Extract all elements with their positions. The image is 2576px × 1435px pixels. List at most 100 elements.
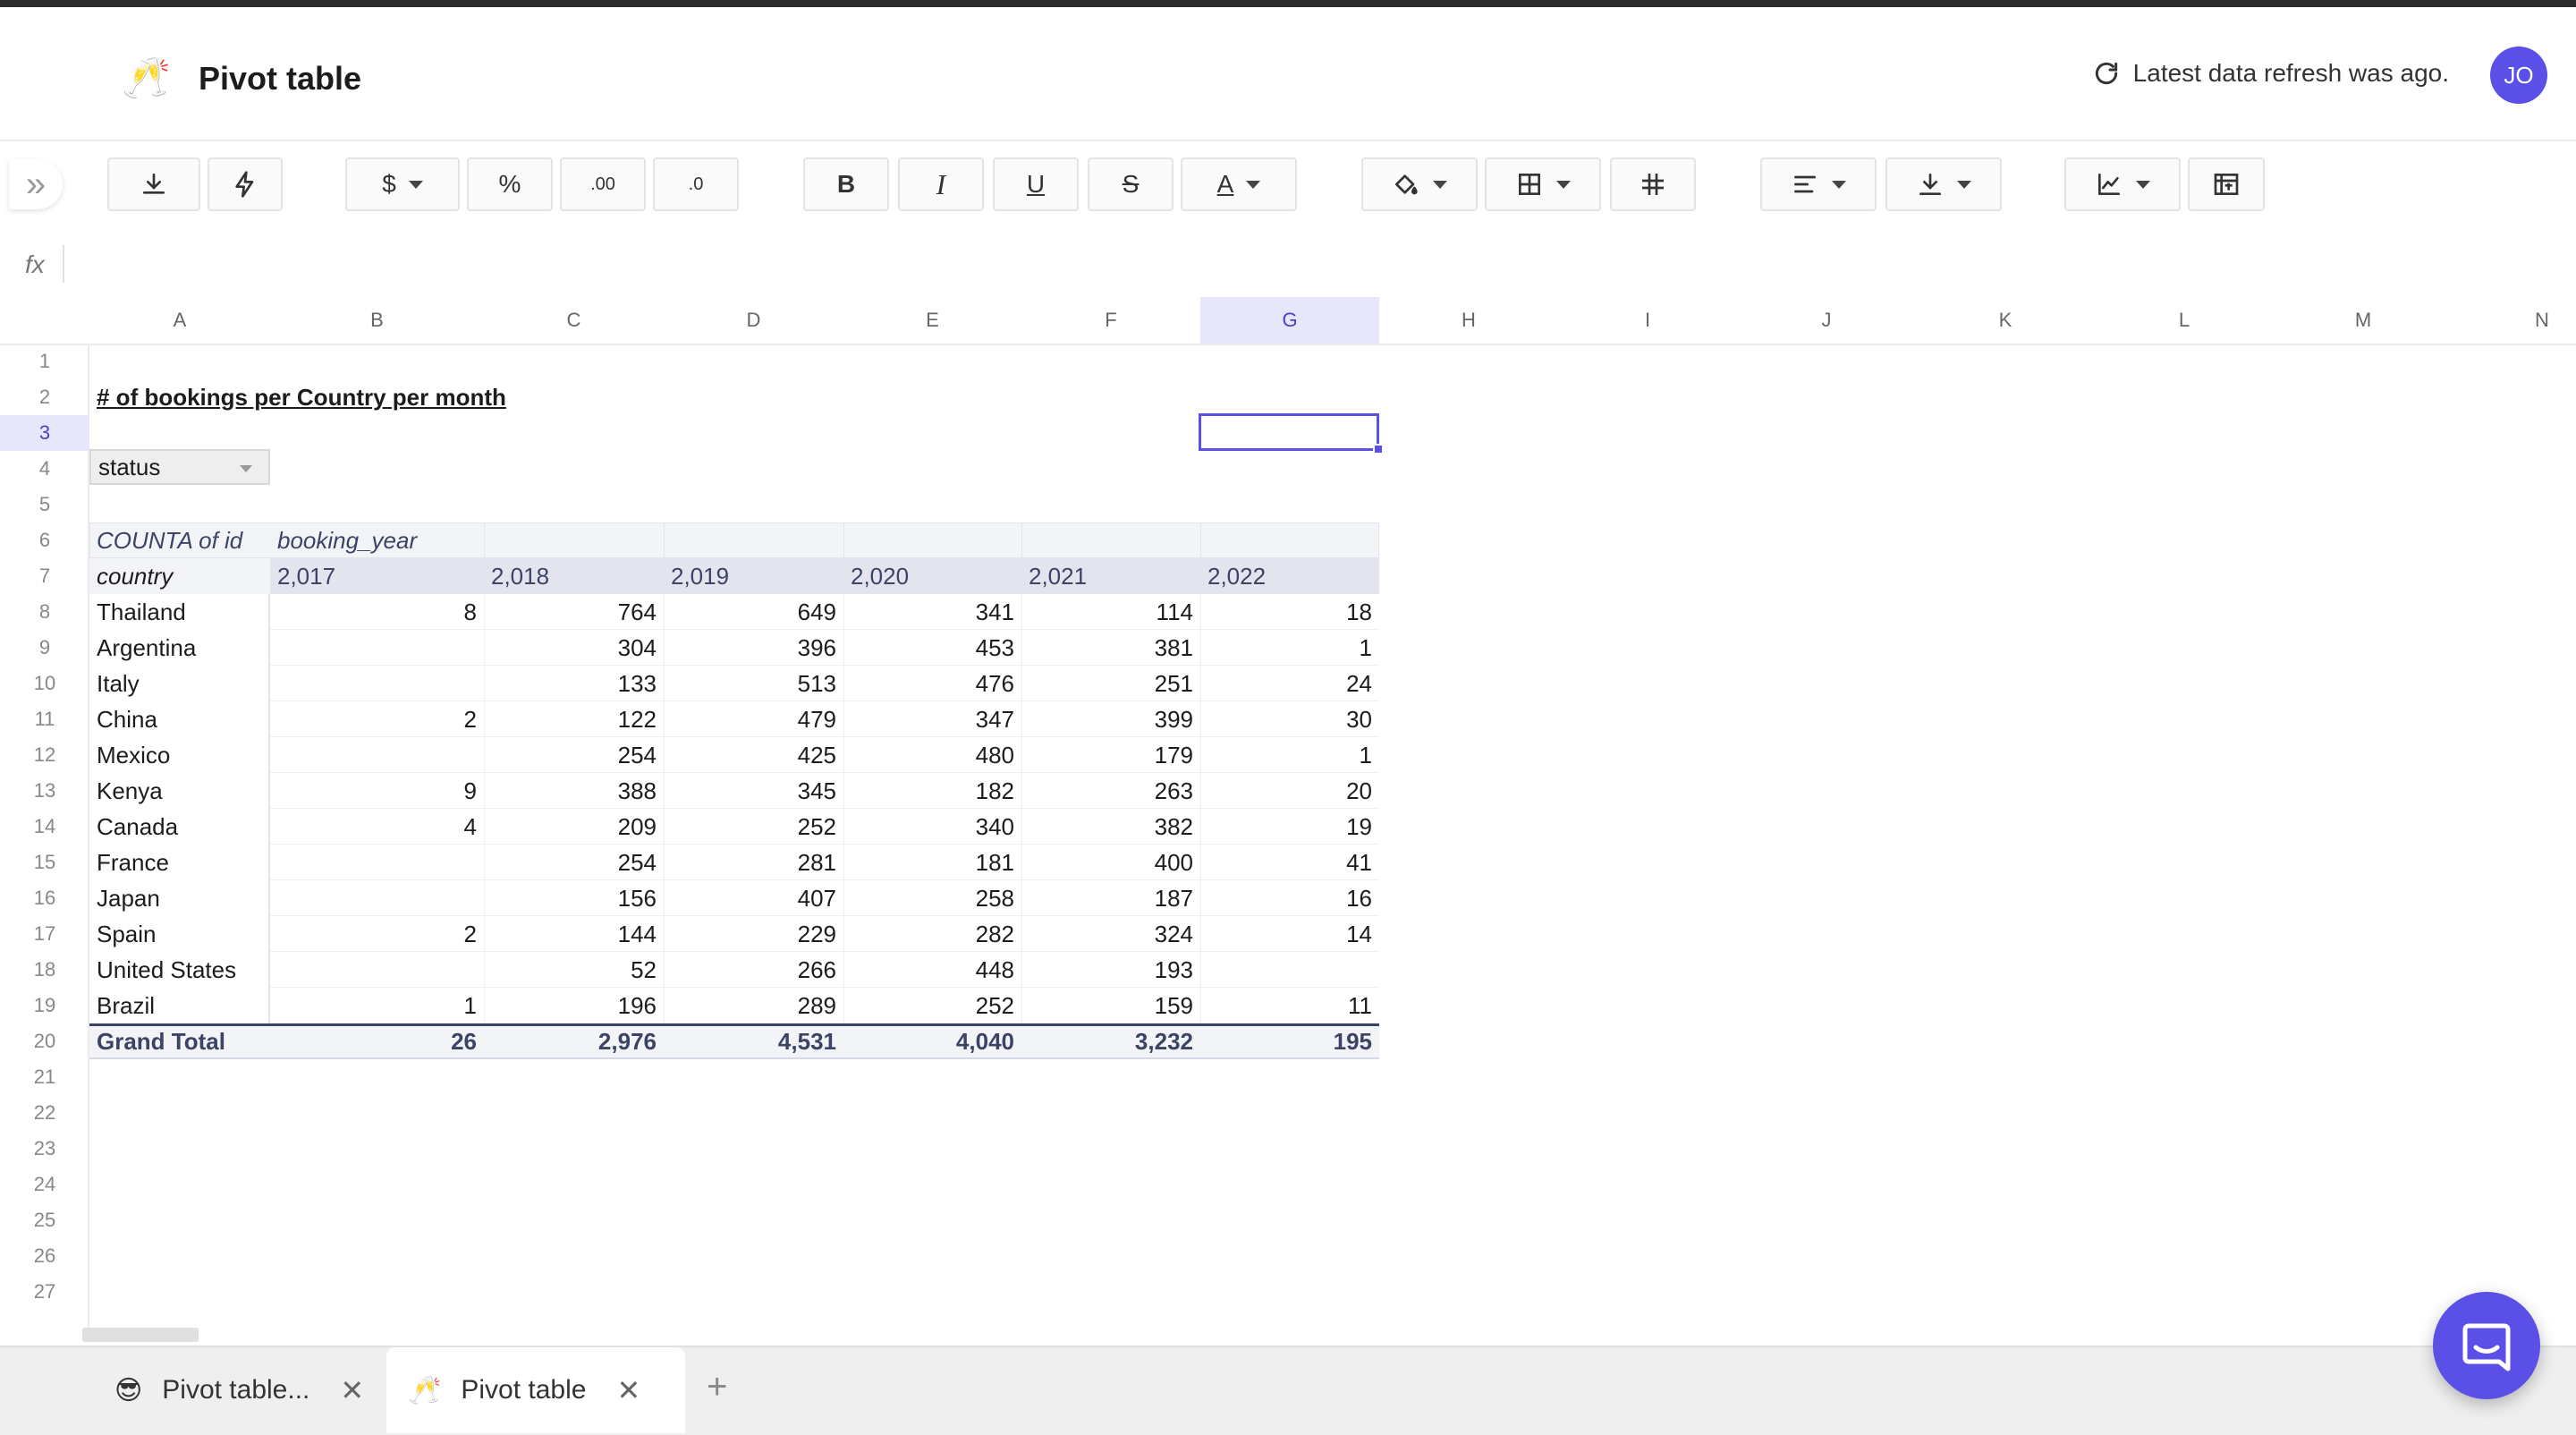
pivot-value-cell[interactable]	[270, 666, 484, 701]
fill-handle[interactable]	[1373, 444, 1384, 454]
sheet-title-cell[interactable]: # of bookings per Country per month	[89, 379, 716, 415]
row-number[interactable]: 11	[0, 701, 89, 737]
pivot-value-cell[interactable]: 196	[484, 988, 664, 1023]
close-icon[interactable]: ✕	[340, 1373, 364, 1407]
borders-dropdown[interactable]	[1485, 157, 1601, 211]
pivot-value-cell[interactable]: 254	[484, 845, 664, 880]
row-number[interactable]: 9	[0, 630, 89, 666]
grand-total-cell[interactable]: 3,232	[1021, 1023, 1200, 1059]
pivot-value-cell[interactable]: 258	[843, 880, 1021, 916]
column-header[interactable]: I	[1558, 297, 1737, 344]
pivot-value-cell[interactable]: 254	[484, 737, 664, 773]
pivot-value-cell[interactable]: 266	[664, 952, 843, 988]
pivot-value-cell[interactable]: 340	[843, 809, 1021, 845]
chat-support-button[interactable]	[2433, 1292, 2540, 1399]
row-number[interactable]: 19	[0, 988, 89, 1023]
text-color-dropdown[interactable]: A	[1181, 157, 1297, 211]
pivot-country-label[interactable]: China	[89, 701, 270, 737]
pivot-year-header[interactable]: 2,019	[664, 558, 843, 594]
row-number[interactable]: 12	[0, 737, 89, 773]
pivot-value-cell[interactable]	[270, 737, 484, 773]
insert-pivot-table-button[interactable]	[2188, 157, 2265, 211]
row-number[interactable]: 27	[0, 1274, 89, 1310]
column-header[interactable]: J	[1737, 297, 1916, 344]
pivot-value-cell[interactable]: 24	[1200, 666, 1379, 701]
status-filter-dropdown[interactable]: status	[89, 449, 270, 485]
refresh-status[interactable]: Latest data refresh was ago.	[2092, 59, 2449, 88]
decrease-decimals-button[interactable]: .0	[653, 157, 739, 211]
grand-total-label[interactable]: Grand Total	[89, 1023, 270, 1059]
pivot-value-cell[interactable]: 2	[270, 916, 484, 952]
pivot-value-cell[interactable]: 281	[664, 845, 843, 880]
pivot-country-label[interactable]: Brazil	[89, 988, 270, 1023]
currency-format-dropdown[interactable]: $	[345, 157, 460, 211]
pivot-country-label[interactable]: Spain	[89, 916, 270, 952]
pivot-value-cell[interactable]: 181	[843, 845, 1021, 880]
row-number[interactable]: 4	[0, 451, 89, 487]
pivot-country-label[interactable]: Japan	[89, 880, 270, 916]
pivot-country-label[interactable]: Mexico	[89, 737, 270, 773]
pivot-value-cell[interactable]: 4	[270, 809, 484, 845]
row-number[interactable]: 22	[0, 1095, 89, 1131]
column-header[interactable]: D	[664, 297, 843, 344]
row-number[interactable]: 2	[0, 379, 89, 415]
percent-format-button[interactable]: %	[467, 157, 553, 211]
row-number[interactable]: 10	[0, 666, 89, 701]
selected-cell-outline[interactable]	[1199, 413, 1379, 451]
pivot-value-cell[interactable]: 20	[1200, 773, 1379, 809]
download-button[interactable]	[107, 157, 200, 211]
row-number[interactable]: 7	[0, 558, 89, 594]
column-header[interactable]: M	[2274, 297, 2453, 344]
row-number[interactable]: 3	[0, 415, 89, 451]
column-header[interactable]: K	[1916, 297, 2095, 344]
pivot-value-cell[interactable]: 122	[484, 701, 664, 737]
column-header[interactable]: G	[1200, 297, 1379, 344]
vertical-align-dropdown[interactable]	[1885, 157, 2002, 211]
pivot-country-label[interactable]: Argentina	[89, 630, 270, 666]
pivot-country-label[interactable]: Canada	[89, 809, 270, 845]
pivot-value-cell[interactable]	[270, 630, 484, 666]
pivot-value-cell[interactable]: 30	[1200, 701, 1379, 737]
pivot-value-cell[interactable]: 388	[484, 773, 664, 809]
pivot-value-cell[interactable]	[1200, 952, 1379, 988]
row-number[interactable]: 24	[0, 1167, 89, 1202]
pivot-value-cell[interactable]: 144	[484, 916, 664, 952]
pivot-year-header[interactable]: 2,020	[843, 558, 1021, 594]
pivot-value-cell[interactable]: 399	[1021, 701, 1200, 737]
pivot-value-cell[interactable]: 345	[664, 773, 843, 809]
pivot-value-cell[interactable]: 182	[843, 773, 1021, 809]
gridlines-button[interactable]	[1610, 157, 1696, 211]
document-emoji-icon[interactable]: 🥂	[122, 52, 171, 106]
horizontal-scrollbar[interactable]	[82, 1328, 199, 1342]
row-number[interactable]: 20	[0, 1023, 89, 1059]
pivot-year-header[interactable]: 2,021	[1021, 558, 1200, 594]
pivot-year-header[interactable]: 2,017	[270, 558, 484, 594]
column-header[interactable]: E	[843, 297, 1021, 344]
grand-total-cell[interactable]: 4,040	[843, 1023, 1021, 1059]
pivot-value-cell[interactable]: 209	[484, 809, 664, 845]
add-sheet-button[interactable]: +	[707, 1367, 727, 1407]
row-number[interactable]: 26	[0, 1238, 89, 1274]
increase-decimals-button[interactable]: .00	[560, 157, 646, 211]
pivot-value-cell[interactable]: 252	[664, 809, 843, 845]
pivot-year-header[interactable]: 2,018	[484, 558, 664, 594]
pivot-country-label[interactable]: United States	[89, 952, 270, 988]
pivot-column-field[interactable]: booking_year	[270, 522, 484, 558]
grand-total-cell[interactable]: 195	[1200, 1023, 1379, 1059]
pivot-year-header[interactable]: 2,022	[1200, 558, 1379, 594]
fill-color-dropdown[interactable]	[1361, 157, 1478, 211]
pivot-value-cell[interactable]: 513	[664, 666, 843, 701]
pivot-country-label[interactable]: Italy	[89, 666, 270, 701]
column-header[interactable]: H	[1379, 297, 1558, 344]
pivot-value-cell[interactable]: 1	[1200, 737, 1379, 773]
pivot-value-cell[interactable]: 425	[664, 737, 843, 773]
pivot-value-cell[interactable]: 251	[1021, 666, 1200, 701]
pivot-value-cell[interactable]: 476	[843, 666, 1021, 701]
row-number[interactable]: 23	[0, 1131, 89, 1167]
row-number[interactable]: 16	[0, 880, 89, 916]
italic-button[interactable]: I	[898, 157, 984, 211]
pivot-value-cell[interactable]: 133	[484, 666, 664, 701]
row-number[interactable]: 25	[0, 1202, 89, 1238]
row-number[interactable]: 1	[0, 344, 89, 379]
column-header[interactable]: L	[2095, 297, 2274, 344]
